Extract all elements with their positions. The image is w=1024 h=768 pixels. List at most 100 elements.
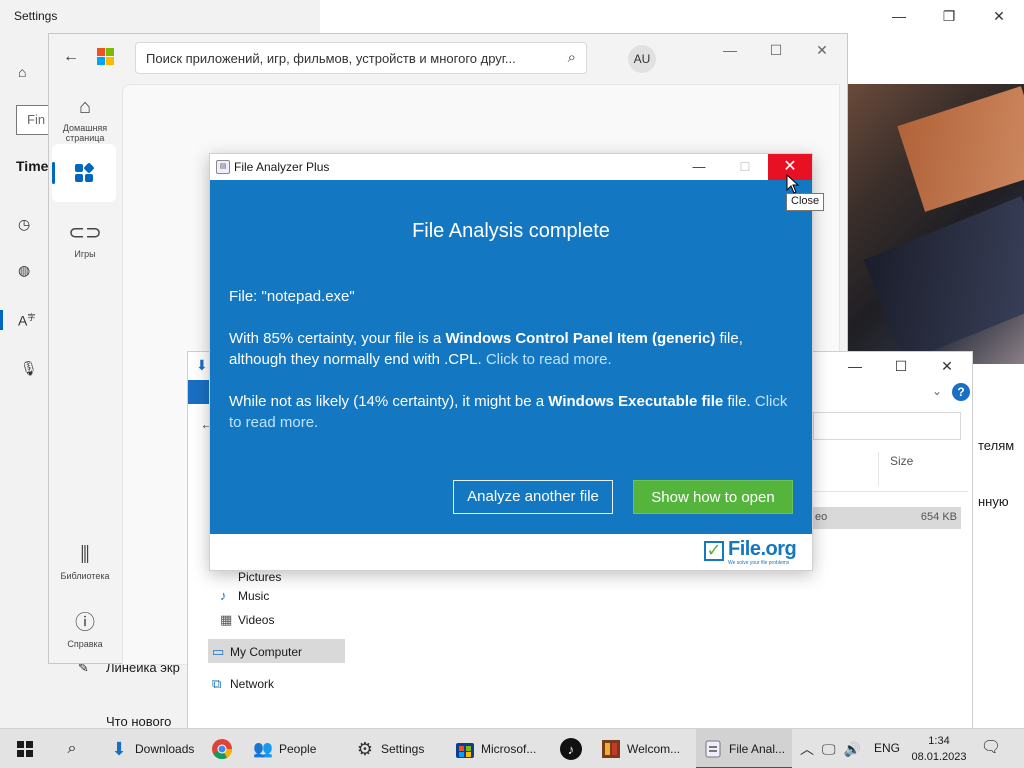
size-column-header[interactable]: Size — [890, 454, 913, 468]
settings-section-heading: Time — [16, 158, 49, 174]
show-how-to-open-button[interactable]: Show how to open — [633, 480, 793, 514]
nav-label: Домашняя страница — [62, 123, 108, 143]
selected-indicator — [0, 310, 3, 330]
speech-icon[interactable]: 🎙 — [20, 360, 38, 377]
restore-icon[interactable]: ❐ — [924, 0, 974, 32]
network-icon: ⧉ — [212, 676, 222, 691]
taskbar-item-chrome[interactable] — [202, 729, 242, 768]
close-icon[interactable]: ✕ — [799, 34, 845, 66]
file-analyzer-dialog: ▤ File Analyzer Plus — ☐ ✕ File Analysis… — [209, 153, 813, 571]
start-button[interactable] — [12, 729, 38, 768]
help-icon[interactable]: ? — [952, 383, 970, 401]
music-icon: ♪ — [220, 588, 227, 603]
close-icon[interactable]: ✕ — [974, 0, 1024, 32]
taskbar-item-file-analyzer[interactable]: File Anal... — [696, 729, 792, 768]
search-button[interactable]: ⌕ — [58, 729, 86, 768]
nav-item-pictures[interactable]: Pictures — [220, 570, 281, 584]
selected-indicator — [52, 162, 55, 184]
analyze-another-file-button[interactable]: Analyze another file — [453, 480, 613, 514]
store-search-text[interactable]: Поиск приложений, игр, фильмов, устройст… — [146, 51, 546, 66]
home-icon: ⌂ — [78, 96, 92, 118]
date-time-icon[interactable]: ◷ — [18, 216, 30, 233]
checkmark-icon: ✓ — [704, 541, 724, 561]
system-tray: ︿ 🖵 🔊 — [796, 729, 865, 768]
clock-time: 1:34 — [928, 735, 950, 747]
primary-result-text: With 85% certainty, your file is a Windo… — [229, 330, 743, 368]
settings-text: телям — [978, 438, 1015, 453]
nav-item-videos[interactable]: ▦ Videos — [220, 612, 274, 628]
video-icon: ▦ — [220, 612, 233, 627]
close-tooltip: Close — [786, 193, 825, 211]
nav-label: Игры — [74, 249, 96, 259]
region-icon[interactable]: ◍ — [18, 262, 30, 279]
file-name-cell: eo — [815, 511, 828, 523]
home-icon[interactable]: ⌂ — [18, 64, 26, 80]
maximize-button[interactable]: ☐ — [722, 154, 768, 180]
search-box[interactable] — [813, 412, 961, 440]
language-icon[interactable]: A字 — [18, 312, 35, 329]
app-icon: ▤ — [216, 160, 230, 174]
settings-title: Settings — [14, 9, 58, 23]
download-icon: ⬇ — [196, 357, 208, 373]
tiktok-icon: ♪ — [560, 738, 582, 760]
nav-item-help[interactable]: ⓘ Справка — [49, 606, 121, 649]
windows-icon — [17, 741, 33, 757]
nav-item-home[interactable]: ⌂ Домашняя страница — [49, 96, 121, 143]
language-indicator[interactable]: ENG — [874, 741, 900, 755]
nav-item-library[interactable]: ⫼ Библиотека — [49, 544, 121, 581]
taskbar-item-people[interactable]: 👥 People — [248, 729, 340, 768]
minimize-icon[interactable]: — — [874, 0, 924, 32]
clock[interactable]: 1:34 08.01.2023 — [904, 733, 974, 765]
logo-text: File.org — [728, 538, 797, 560]
nav-item-games[interactable]: ⊂⊃ Игры — [49, 220, 121, 259]
minimize-icon[interactable]: — — [832, 352, 878, 380]
avatar[interactable]: AU — [628, 45, 656, 73]
back-arrow-icon[interactable]: ← — [63, 48, 79, 66]
apps-icon — [75, 162, 95, 182]
search-icon[interactable]: ⌕ — [568, 49, 576, 66]
store-search-input[interactable]: Поиск приложений, игр, фильмов, устройст… — [135, 42, 587, 74]
download-folder-icon: ⬇ — [111, 738, 127, 759]
mouse-cursor-icon — [786, 174, 800, 194]
table-row[interactable]: eo 654 KB — [813, 507, 961, 529]
taskbar-item-welcome[interactable]: Welcom... — [596, 729, 692, 768]
taskbar: ⌕ ⬇ Downloads 👥 People ⚙ Settings Microsof.… — [0, 728, 1024, 768]
dialog-title: File Analyzer Plus — [234, 160, 330, 174]
minimize-button[interactable]: — — [676, 154, 722, 180]
close-icon[interactable]: ✕ — [924, 352, 970, 380]
taskbar-item-tiktok[interactable]: ♪ — [554, 729, 588, 768]
nav-label: Библиотека — [60, 571, 110, 581]
chevron-down-icon[interactable]: ⌄ — [932, 384, 942, 398]
nav-item-network[interactable]: ⧉ Network — [212, 676, 274, 692]
maximize-icon[interactable]: ☐ — [878, 352, 924, 380]
computer-icon: ▭ — [212, 644, 225, 659]
nav-item-music[interactable]: ♪ Music — [220, 588, 269, 603]
ribbon-file-tab[interactable] — [188, 380, 210, 404]
analysis-result-panel: File Analysis complete File: "notepad.ex… — [210, 180, 812, 534]
minimize-icon[interactable]: — — [707, 34, 753, 66]
notification-icon[interactable]: 🗨 — [978, 737, 1004, 761]
background-preview-image — [848, 84, 1024, 364]
taskbar-item-downloads[interactable]: ⬇ Downloads — [104, 729, 198, 768]
settings-link[interactable]: Что нового — [106, 714, 171, 729]
secondary-result-text: While not as likely (14% certainty), it … — [229, 393, 788, 431]
search-icon: ⌕ — [67, 740, 77, 757]
volume-icon[interactable]: 🔊 — [844, 741, 861, 758]
nav-label: Справка — [67, 639, 103, 649]
people-icon: 👥 — [253, 741, 273, 758]
store-icon — [454, 738, 476, 760]
taskbar-item-store[interactable]: Microsof... — [450, 729, 548, 768]
chevron-up-icon[interactable]: ︿ — [800, 739, 814, 759]
nav-item-my-computer[interactable]: ▭ My Computer — [212, 644, 302, 660]
explorer-window-controls: — ☐ ✕ — [832, 352, 972, 380]
taskbar-item-settings[interactable]: ⚙ Settings — [350, 729, 442, 768]
column-divider[interactable] — [878, 452, 879, 486]
gear-icon: ⚙ — [356, 738, 374, 759]
chrome-icon — [212, 739, 233, 760]
library-icon: ⫼ — [80, 544, 90, 566]
result-heading: File Analysis complete — [412, 220, 610, 242]
settings-text: нную — [978, 494, 1009, 509]
read-more-link[interactable]: Click to read more. — [486, 351, 612, 368]
maximize-icon[interactable]: ☐ — [753, 34, 799, 66]
network-icon[interactable]: 🖵 — [822, 741, 836, 758]
